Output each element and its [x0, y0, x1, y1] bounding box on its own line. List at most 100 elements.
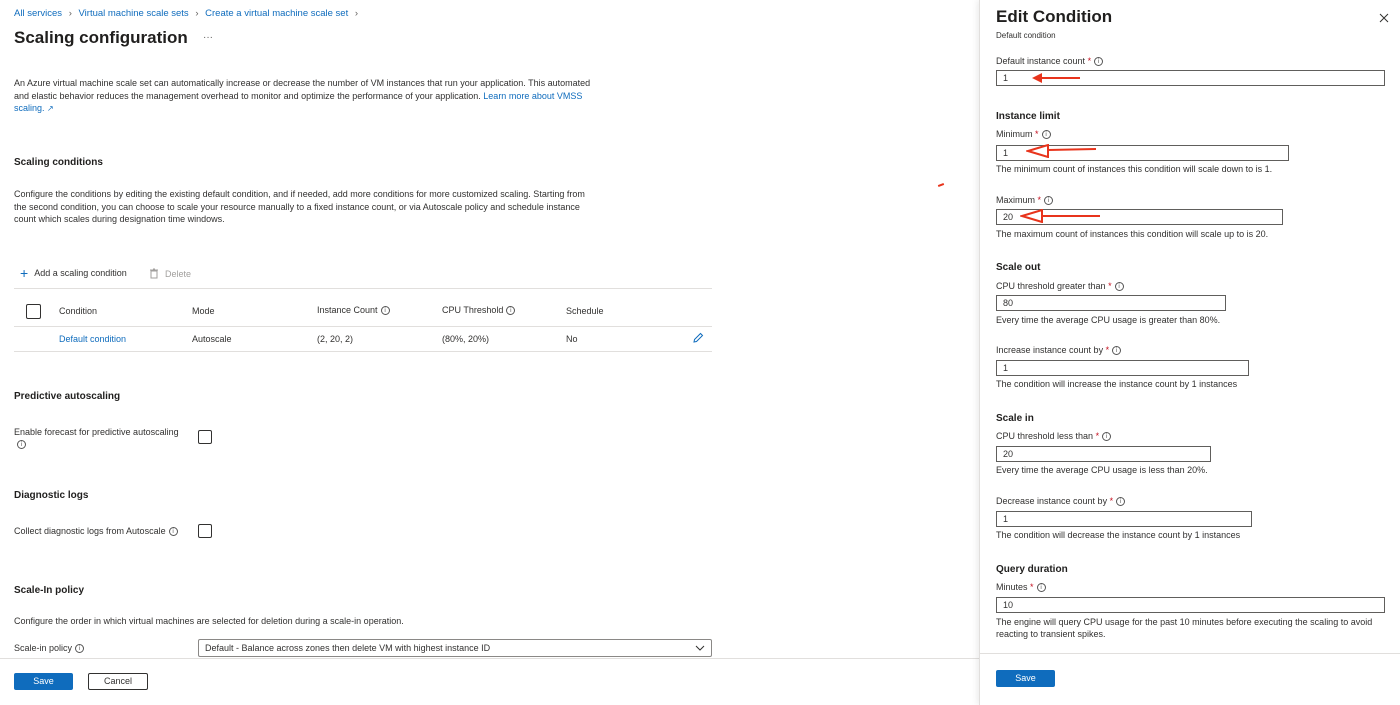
panel-title: Edit Condition	[996, 7, 1113, 26]
increase-label-text: Increase instance count by	[996, 345, 1104, 355]
external-link-icon: ↗	[47, 104, 54, 113]
predictive-autoscaling-title: Predictive autoscaling	[14, 391, 121, 402]
cancel-button[interactable]: Cancel	[88, 673, 148, 690]
plus-icon: +	[20, 265, 29, 281]
toolbar-divider	[14, 288, 712, 289]
info-icon[interactable]: i	[1041, 130, 1051, 140]
table-row[interactable]: Default condition Autoscale (2, 20, 2) (…	[14, 327, 712, 351]
minutes-description: The engine will query CPU usage for the …	[996, 617, 1373, 639]
table-header-schedule[interactable]: Schedule	[566, 306, 604, 316]
info-icon[interactable]: i	[1112, 346, 1122, 356]
select-all-checkbox[interactable]	[26, 304, 41, 319]
delete-label: Delete	[165, 268, 192, 279]
diagnostic-logs-title: Diagnostic logs	[14, 490, 89, 501]
scale-in-policy-value: Default - Balance across zones then dele…	[205, 643, 491, 653]
cpu-less-label-text: CPU threshold less than	[996, 431, 1094, 441]
save-button[interactable]: Save	[14, 673, 73, 690]
info-icon[interactable]: i	[1116, 497, 1126, 507]
info-icon[interactable]: i	[75, 644, 85, 654]
breadcrumb-all-services[interactable]: All services	[14, 8, 62, 19]
default-condition-link[interactable]: Default condition	[59, 334, 126, 344]
close-icon[interactable]	[1379, 13, 1389, 23]
cpu-less-description: Every time the average CPU usage is less…	[996, 465, 1208, 475]
annotation-arrow	[1026, 144, 1096, 158]
table-header-condition[interactable]: Condition	[59, 306, 97, 316]
minutes-label-text: Minutes	[996, 582, 1028, 592]
instance-limit-title: Instance limit	[996, 111, 1060, 122]
minutes-label: Minutes * i	[996, 582, 1046, 593]
table-header-mode[interactable]: Mode	[192, 306, 215, 316]
scale-in-policy-description: Configure the order in which virtual mac…	[14, 616, 404, 626]
edit-pencil-icon[interactable]	[692, 332, 704, 344]
edit-condition-panel: Edit Condition Default condition Default…	[979, 0, 1400, 705]
breadcrumb-create-vmss[interactable]: Create a virtual machine scale set	[205, 8, 348, 19]
row-mode: Autoscale	[192, 334, 232, 344]
required-asterisk: *	[1108, 281, 1112, 291]
scale-in-policy-dropdown[interactable]: Default - Balance across zones then dele…	[198, 639, 712, 657]
cpu-greater-label: CPU threshold greater than * i	[996, 281, 1124, 292]
required-asterisk: *	[1087, 56, 1092, 66]
decrease-label-text: Decrease instance count by	[996, 496, 1108, 506]
required-asterisk: *	[1035, 129, 1039, 139]
info-icon[interactable]: i	[1102, 432, 1112, 442]
panel-footer-divider	[980, 653, 1400, 654]
annotation-arrow-head	[1032, 73, 1042, 83]
info-icon[interactable]: i	[168, 527, 178, 537]
table-header-instance-count[interactable]: Instance Count i	[317, 305, 390, 316]
decrease-label: Decrease instance count by * i	[996, 496, 1126, 507]
row-schedule: No	[566, 334, 578, 344]
cpu-greater-description: Every time the average CPU usage is grea…	[996, 315, 1221, 325]
maximum-label-text: Maximum	[996, 195, 1036, 205]
row-instance-count: (2, 20, 2)	[317, 334, 354, 344]
diagnostic-logs-checkbox[interactable]	[198, 524, 212, 538]
predictive-autoscaling-checkbox[interactable]	[198, 430, 212, 444]
maximum-description: The maximum count of instances this cond…	[996, 229, 1269, 239]
required-asterisk: *	[1037, 195, 1042, 205]
query-duration-title: Query duration	[996, 564, 1068, 575]
info-icon[interactable]: i	[1044, 196, 1054, 206]
required-asterisk: *	[1030, 582, 1034, 592]
more-options-button[interactable]: ···	[203, 32, 213, 43]
minutes-input[interactable]: 10	[996, 597, 1385, 613]
scaling-conditions-description: Configure the conditions by editing the …	[14, 189, 585, 224]
required-asterisk: *	[1095, 431, 1100, 441]
chevron-right-icon: ›	[354, 8, 359, 19]
info-icon[interactable]: i	[506, 306, 516, 316]
panel-save-button[interactable]: Save	[996, 670, 1055, 687]
info-icon[interactable]: i	[380, 306, 390, 316]
minimum-label-text: Minimum	[996, 129, 1033, 139]
increase-input[interactable]: 1	[996, 360, 1249, 376]
cpu-less-input[interactable]: 20	[996, 446, 1211, 462]
add-scaling-condition-button[interactable]: + Add a scaling condition	[20, 265, 127, 281]
required-asterisk: *	[1109, 496, 1114, 506]
breadcrumb: All services › Virtual machine scale set…	[14, 8, 362, 19]
info-icon[interactable]: i	[1036, 583, 1046, 593]
chevron-right-icon: ›	[68, 8, 72, 19]
delete-button[interactable]: Delete	[149, 268, 191, 279]
required-asterisk: *	[1105, 345, 1110, 355]
annotation-mark	[937, 183, 945, 187]
scale-in-title: Scale in	[996, 413, 1034, 424]
increase-label: Increase instance count by * i	[996, 345, 1122, 356]
annotation-arrow	[1042, 77, 1080, 79]
decrease-input[interactable]: 1	[996, 511, 1252, 527]
cpu-threshold-header-label: CPU Threshold	[442, 305, 504, 315]
annotation-arrow	[1020, 209, 1100, 223]
table-header-cpu-threshold[interactable]: CPU Threshold i	[442, 305, 516, 316]
cpu-greater-label-text: CPU threshold greater than	[996, 281, 1106, 291]
add-scaling-condition-label: Add a scaling condition	[34, 268, 127, 278]
scale-in-policy-label: Scale-in policy i	[14, 643, 85, 654]
cpu-greater-input[interactable]: 80	[996, 295, 1226, 311]
scale-in-policy-label-text: Scale-in policy	[14, 643, 73, 653]
scaling-conditions-title: Scaling conditions	[14, 157, 103, 168]
maximum-label: Maximum * i	[996, 195, 1054, 206]
info-icon[interactable]: i	[17, 440, 26, 450]
info-icon[interactable]: i	[1094, 57, 1104, 67]
breadcrumb-vmss[interactable]: Virtual machine scale sets	[79, 8, 189, 19]
trash-icon	[150, 268, 158, 279]
diagnostic-label: Collect diagnostic logs from Autoscale i	[14, 526, 178, 537]
info-icon[interactable]: i	[1114, 282, 1124, 292]
predictive-label-text: Enable forecast for predictive autoscali…	[14, 427, 179, 437]
default-instance-count-label-text: Default instance count	[996, 56, 1086, 66]
footer-divider	[0, 658, 980, 659]
